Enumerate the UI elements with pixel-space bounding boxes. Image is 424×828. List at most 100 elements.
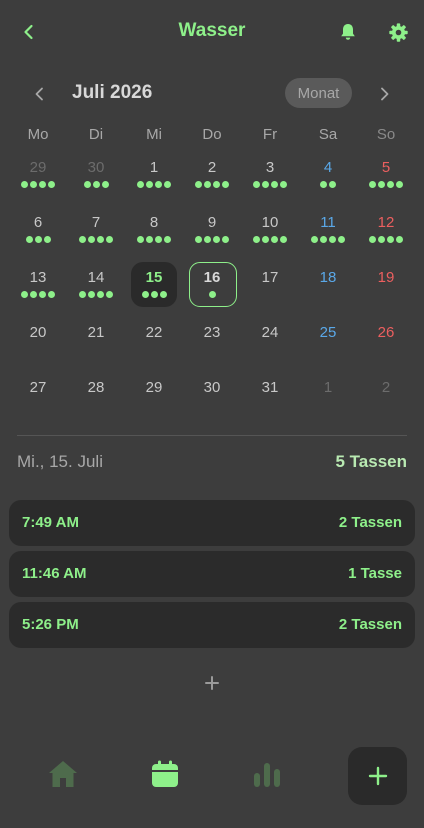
calendar-day[interactable]: 20 <box>9 312 67 367</box>
cup-dot <box>338 236 345 243</box>
cup-dot <box>369 181 376 188</box>
entry-row[interactable]: 5:26 PM 2 Tassen <box>9 602 415 648</box>
cup-dot <box>106 291 113 298</box>
calendar-day[interactable]: 30 <box>183 367 241 422</box>
calendar-day[interactable]: 17 <box>241 257 299 312</box>
divider <box>17 435 407 436</box>
calendar-icon <box>152 760 178 787</box>
calendar-day[interactable]: 26 <box>357 312 415 367</box>
cup-indicator <box>21 291 55 298</box>
cup-dot <box>25 236 33 243</box>
cup-indicator <box>253 236 287 243</box>
cup-dot <box>137 181 144 188</box>
plus-icon <box>205 676 219 690</box>
add-entry-button[interactable] <box>197 668 227 698</box>
cup-dot <box>97 291 104 298</box>
calendar-day[interactable]: 3 <box>241 147 299 202</box>
cup-dot <box>262 236 269 243</box>
notifications-button[interactable] <box>333 17 363 47</box>
day-number: 19 <box>377 269 395 286</box>
calendar-day[interactable]: 15 <box>125 257 183 312</box>
entry-time: 7:49 AM <box>22 514 79 531</box>
cup-dot <box>253 236 260 243</box>
cup-dot <box>106 236 113 243</box>
previous-month-button[interactable] <box>26 80 54 108</box>
day-number: 29 <box>145 379 163 396</box>
calendar-day[interactable]: 2 <box>183 147 241 202</box>
weekday-label: Sa <box>318 126 338 143</box>
settings-button[interactable] <box>383 17 413 47</box>
day-number: 3 <box>265 159 275 176</box>
cup-dot <box>262 181 269 188</box>
tab-home[interactable] <box>46 757 80 791</box>
calendar-day[interactable]: 16 <box>183 257 241 312</box>
calendar-day[interactable]: 13 <box>9 257 67 312</box>
calendar-day[interactable]: 4 <box>299 147 357 202</box>
cup-dot <box>396 181 403 188</box>
cup-dot <box>378 236 385 243</box>
calendar-day[interactable]: 1 <box>299 367 357 422</box>
calendar-day[interactable]: 7 <box>67 202 125 257</box>
day-number: 28 <box>87 379 105 396</box>
bell-icon <box>341 24 355 40</box>
daily-total: 5 Tassen <box>335 452 407 471</box>
cup-dot <box>30 181 37 188</box>
cup-indicator <box>137 236 171 243</box>
calendar-day[interactable]: 10 <box>241 202 299 257</box>
entry-row[interactable]: 11:46 AM 1 Tasse <box>9 551 415 597</box>
calendar-day[interactable]: 1 <box>125 147 183 202</box>
calendar-day[interactable]: 19 <box>357 257 415 312</box>
view-mode-button[interactable]: Monat <box>285 78 352 108</box>
cup-indicator <box>311 236 345 243</box>
calendar-day[interactable]: 11 <box>299 202 357 257</box>
tab-calendar[interactable] <box>148 757 182 791</box>
calendar-day[interactable]: 31 <box>241 367 299 422</box>
calendar-day[interactable]: 9 <box>183 202 241 257</box>
next-month-button[interactable] <box>370 80 398 108</box>
entry-row[interactable]: 7:49 AM 2 Tassen <box>9 500 415 546</box>
calendar-day[interactable]: 2 <box>357 367 415 422</box>
calendar-day[interactable]: 29 <box>125 367 183 422</box>
calendar-day[interactable]: 25 <box>299 312 357 367</box>
calendar-day[interactable]: 29 <box>9 147 67 202</box>
cup-indicator <box>79 291 113 298</box>
cup-dot <box>48 291 55 298</box>
plus-icon <box>368 766 387 786</box>
calendar-day[interactable]: 22 <box>125 312 183 367</box>
calendar-day[interactable]: 28 <box>67 367 125 422</box>
cup-dot <box>79 236 86 243</box>
tab-statistics[interactable] <box>250 757 284 791</box>
cup-dot <box>43 236 51 243</box>
calendar-day[interactable]: 30 <box>67 147 125 202</box>
calendar-day[interactable]: 18 <box>299 257 357 312</box>
day-number: 4 <box>323 159 333 176</box>
calendar-day[interactable]: 27 <box>9 367 67 422</box>
home-icon <box>49 761 77 787</box>
calendar-grid: 29 30 1 2 3 4 5 6 7 8 9 10 11 12 13 14 15 16 17 18 19 20 21 22 2… <box>9 147 415 422</box>
day-number: 27 <box>29 379 47 396</box>
day-number: 16 <box>203 269 221 286</box>
cup-indicator <box>253 181 287 188</box>
cup-dot <box>222 236 229 243</box>
calendar-day[interactable]: 12 <box>357 202 415 257</box>
calendar-day[interactable]: 24 <box>241 312 299 367</box>
calendar-day[interactable]: 21 <box>67 312 125 367</box>
calendar-day[interactable]: 14 <box>67 257 125 312</box>
day-number: 26 <box>377 324 395 341</box>
cup-dot <box>30 291 37 298</box>
calendar-day[interactable]: 8 <box>125 202 183 257</box>
entry-time: 11:46 AM <box>22 565 87 582</box>
calendar-day[interactable]: 23 <box>183 312 241 367</box>
day-number: 14 <box>87 269 105 286</box>
weekday-label: Di <box>88 126 104 143</box>
weekday-header: Mo Di Mi Do Fr Sa So <box>9 126 415 146</box>
calendar-day[interactable]: 6 <box>9 202 67 257</box>
cup-dot <box>280 181 287 188</box>
cup-dot <box>146 236 153 243</box>
add-water-button[interactable] <box>348 747 407 805</box>
chevron-left-icon <box>35 87 43 101</box>
cup-indicator <box>141 291 167 298</box>
cup-indicator <box>137 181 171 188</box>
calendar-day[interactable]: 5 <box>357 147 415 202</box>
cup-dot <box>195 181 202 188</box>
